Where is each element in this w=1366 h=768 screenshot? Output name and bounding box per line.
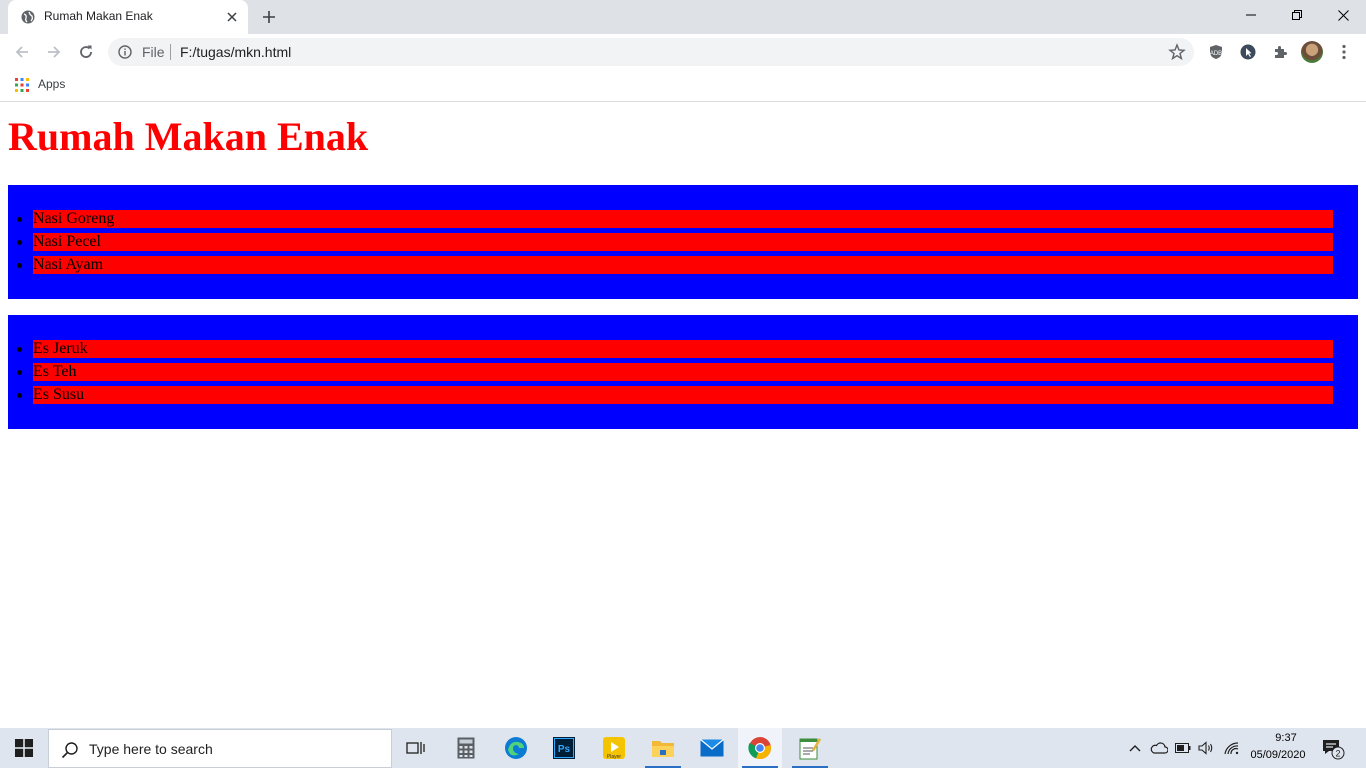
task-view-icon[interactable] xyxy=(394,728,438,768)
food-menu-list: Nasi Goreng Nasi Pecel Nasi Ayam xyxy=(17,210,1333,279)
show-hidden-icons-icon[interactable] xyxy=(1126,739,1144,757)
battery-icon[interactable] xyxy=(1174,739,1192,757)
bullet xyxy=(17,370,22,375)
extensions-puzzle-icon[interactable] xyxy=(1270,42,1290,62)
drink-menu-box: Es Jeruk Es Teh Es Susu xyxy=(8,315,1358,429)
tab-strip: Rumah Makan Enak xyxy=(0,0,1366,34)
action-center-button[interactable]: 2 xyxy=(1322,738,1346,760)
page-heading: Rumah Makan Enak xyxy=(8,114,369,159)
edge-icon[interactable] xyxy=(494,728,538,768)
forward-icon[interactable] xyxy=(42,40,66,64)
bullet xyxy=(17,263,22,268)
page-content: Rumah Makan Enak Nasi Goreng Nasi Pecel … xyxy=(0,103,1366,728)
drink-menu-item-label: Es Teh xyxy=(33,363,77,380)
windows-logo-icon xyxy=(15,739,33,757)
tab-title: Rumah Makan Enak xyxy=(44,9,153,23)
drink-menu-list: Es Jeruk Es Teh Es Susu xyxy=(17,340,1333,409)
mail-icon[interactable] xyxy=(690,728,734,768)
globe-icon xyxy=(21,10,35,24)
drink-menu-item: Es Jeruk xyxy=(17,340,1333,358)
onedrive-icon[interactable] xyxy=(1150,739,1168,757)
taskbar-search-box[interactable]: Type here to search xyxy=(48,729,392,768)
chrome-icon[interactable] xyxy=(738,728,782,768)
drink-menu-item-label: Es Jeruk xyxy=(33,340,88,357)
notepad-icon[interactable] xyxy=(788,728,832,768)
food-menu-item: Nasi Goreng xyxy=(17,210,1333,228)
browser-tab[interactable]: Rumah Makan Enak xyxy=(8,0,248,34)
restore-icon[interactable] xyxy=(1274,0,1320,30)
new-tab-icon[interactable] xyxy=(259,7,279,27)
bookmark-star-icon[interactable] xyxy=(1168,43,1186,61)
bookmarks-bar: Apps xyxy=(0,70,1366,102)
food-menu-item-label: Nasi Ayam xyxy=(33,256,104,273)
drink-menu-item: Es Susu xyxy=(17,386,1333,404)
extension-shield-icon[interactable]: ADB xyxy=(1206,42,1226,62)
bullet xyxy=(17,240,22,245)
food-menu-item: Nasi Ayam xyxy=(17,256,1333,274)
bullet xyxy=(17,347,22,352)
food-menu-item-label: Nasi Pecel xyxy=(33,233,101,250)
start-button[interactable] xyxy=(0,728,48,768)
volume-icon[interactable] xyxy=(1197,739,1215,757)
clock-date[interactable]: 05/09/2020 xyxy=(1245,749,1311,761)
browser-menu-icon[interactable] xyxy=(1336,42,1352,62)
address-scheme: File xyxy=(142,44,165,60)
taskbar: Type here to search Ps Player 9:37 05/09… xyxy=(0,728,1366,768)
drink-menu-item-label: Es Susu xyxy=(33,386,85,403)
food-menu-box: Nasi Goreng Nasi Pecel Nasi Ayam xyxy=(8,185,1358,299)
photoshop-icon[interactable]: Ps xyxy=(542,728,586,768)
food-menu-item: Nasi Pecel xyxy=(17,233,1333,251)
food-menu-item-label: Nasi Goreng xyxy=(33,210,115,227)
svg-text:ADB: ADB xyxy=(1210,51,1222,57)
apps-bookmark[interactable]: Apps xyxy=(38,77,65,91)
back-icon[interactable] xyxy=(10,40,34,64)
svg-text:Player: Player xyxy=(607,754,622,760)
search-placeholder: Type here to search xyxy=(89,741,213,757)
minimize-icon[interactable] xyxy=(1228,0,1274,30)
search-icon xyxy=(61,742,78,759)
close-window-icon[interactable] xyxy=(1320,0,1366,30)
bullet xyxy=(17,393,22,398)
address-separator xyxy=(170,44,171,60)
info-icon[interactable] xyxy=(118,45,132,59)
apps-grid-icon[interactable] xyxy=(15,78,29,92)
drink-menu-item: Es Teh xyxy=(17,363,1333,381)
extension-cursor-icon[interactable] xyxy=(1238,42,1258,62)
player-icon[interactable]: Player xyxy=(592,728,636,768)
svg-text:Ps: Ps xyxy=(558,744,571,755)
notifications-icon: 2 xyxy=(1323,740,1345,760)
profile-avatar[interactable] xyxy=(1301,41,1323,63)
reload-icon[interactable] xyxy=(74,40,98,64)
address-url[interactable]: F:/tugas/mkn.html xyxy=(180,44,291,60)
close-tab-icon[interactable] xyxy=(224,9,240,25)
file-explorer-icon[interactable] xyxy=(641,728,685,768)
address-bar[interactable]: File F:/tugas/mkn.html xyxy=(108,38,1194,66)
wifi-icon[interactable] xyxy=(1222,739,1240,757)
browser-toolbar: File F:/tugas/mkn.html ADB xyxy=(0,34,1366,70)
notification-count: 2 xyxy=(1335,748,1340,758)
bullet xyxy=(17,217,22,222)
clock-time[interactable]: 9:37 xyxy=(1266,732,1306,744)
calculator-icon[interactable] xyxy=(444,728,488,768)
